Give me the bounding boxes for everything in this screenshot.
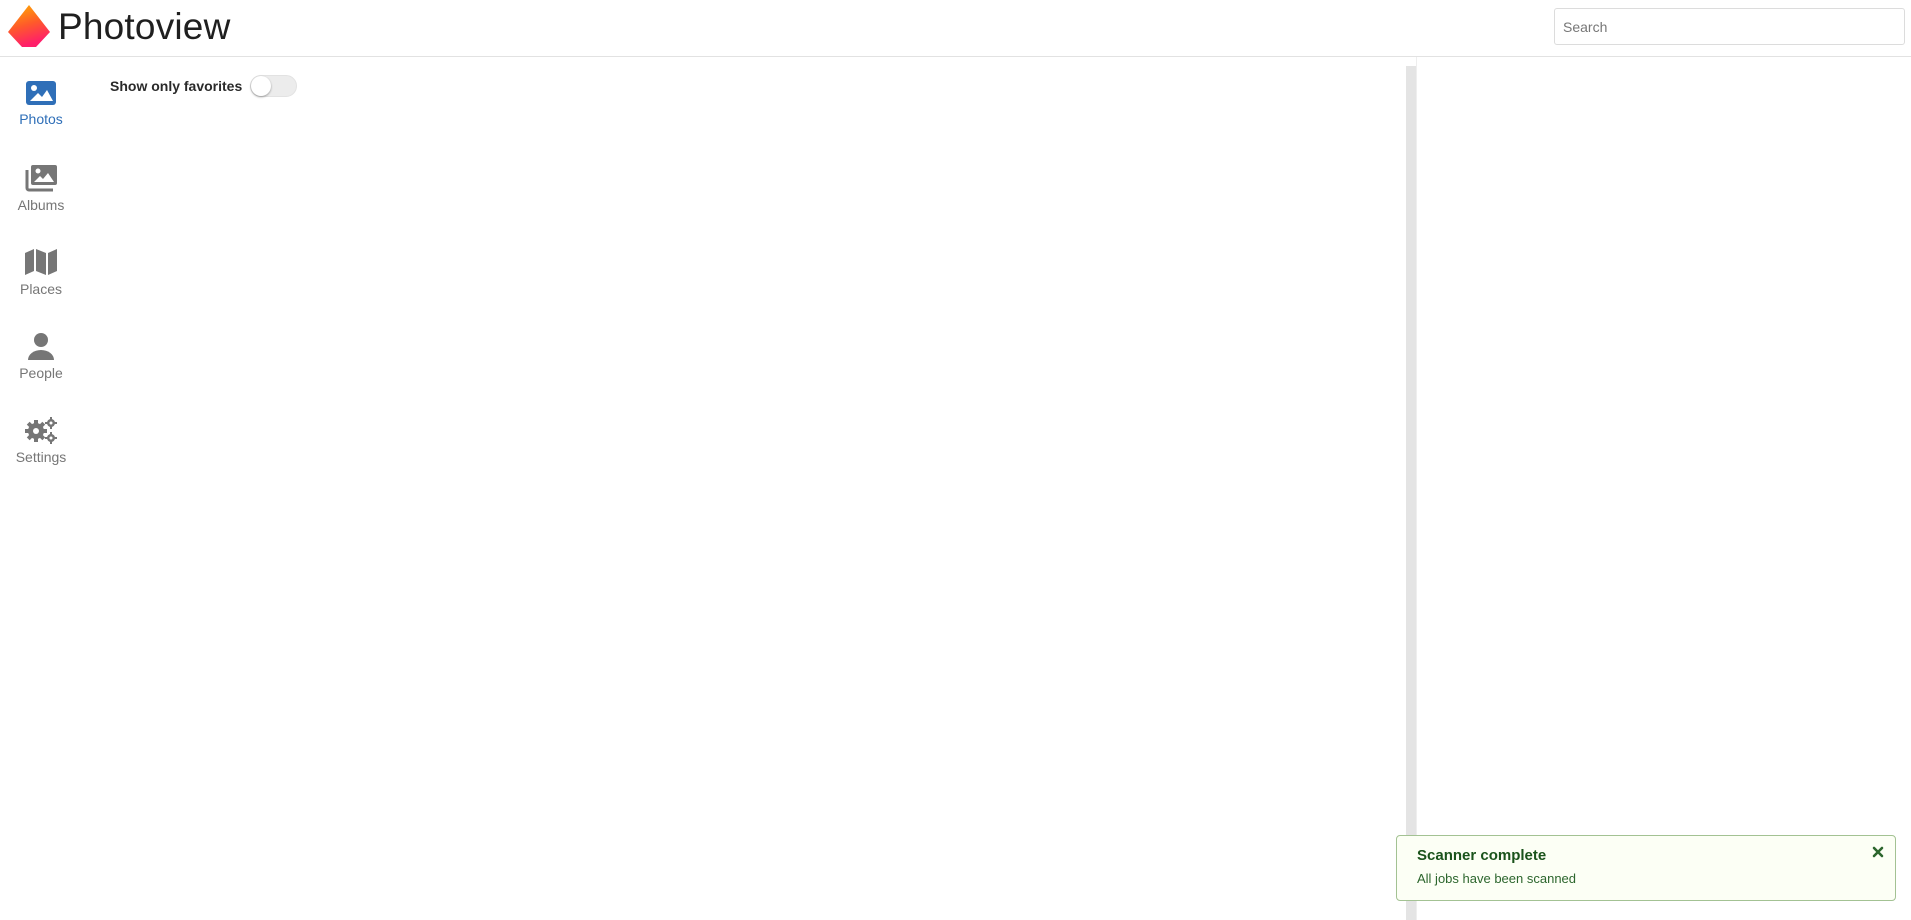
sidebar-item-label: Albums bbox=[17, 197, 65, 213]
sidebar-item-places[interactable]: Places bbox=[0, 248, 82, 318]
map-icon bbox=[25, 249, 57, 275]
notification-title: Scanner complete bbox=[1417, 847, 1547, 864]
sidebar-item-settings[interactable]: Settings bbox=[0, 416, 82, 486]
sidebar-item-albums[interactable]: Albums bbox=[0, 164, 82, 234]
cogs-icon bbox=[25, 417, 57, 444]
content-scrollbar[interactable] bbox=[1406, 66, 1416, 920]
photoview-logo-icon[interactable] bbox=[7, 4, 51, 48]
toggle-knob bbox=[251, 76, 272, 96]
notification-message: All jobs have been scanned bbox=[1417, 871, 1577, 886]
favorites-toggle-label: Show only favorites bbox=[110, 78, 243, 94]
user-icon bbox=[28, 333, 54, 360]
favorites-toggle[interactable] bbox=[250, 75, 298, 97]
images-icon bbox=[25, 165, 57, 192]
sidebar-item-photos[interactable]: Photos bbox=[0, 80, 82, 150]
sidebar-item-label: Settings bbox=[15, 449, 67, 465]
scanner-notification: Scanner complete All jobs have been scan… bbox=[1396, 835, 1896, 901]
sidebar-nav: Photos Albums Places People Settings bbox=[0, 57, 82, 920]
app-title: Photoview bbox=[58, 6, 231, 47]
close-icon[interactable] bbox=[1871, 845, 1885, 859]
sidebar-item-label: Places bbox=[19, 281, 63, 297]
sidebar-details-panel bbox=[1416, 57, 1911, 920]
favorites-filter: Show only favorites bbox=[110, 75, 298, 97]
top-bar: Photoview bbox=[0, 0, 1911, 57]
sidebar-item-label: Photos bbox=[19, 111, 63, 127]
image-icon bbox=[26, 81, 56, 105]
sidebar-item-people[interactable]: People bbox=[0, 332, 82, 402]
sidebar-item-label: People bbox=[19, 365, 63, 381]
search-input[interactable] bbox=[1554, 8, 1905, 45]
